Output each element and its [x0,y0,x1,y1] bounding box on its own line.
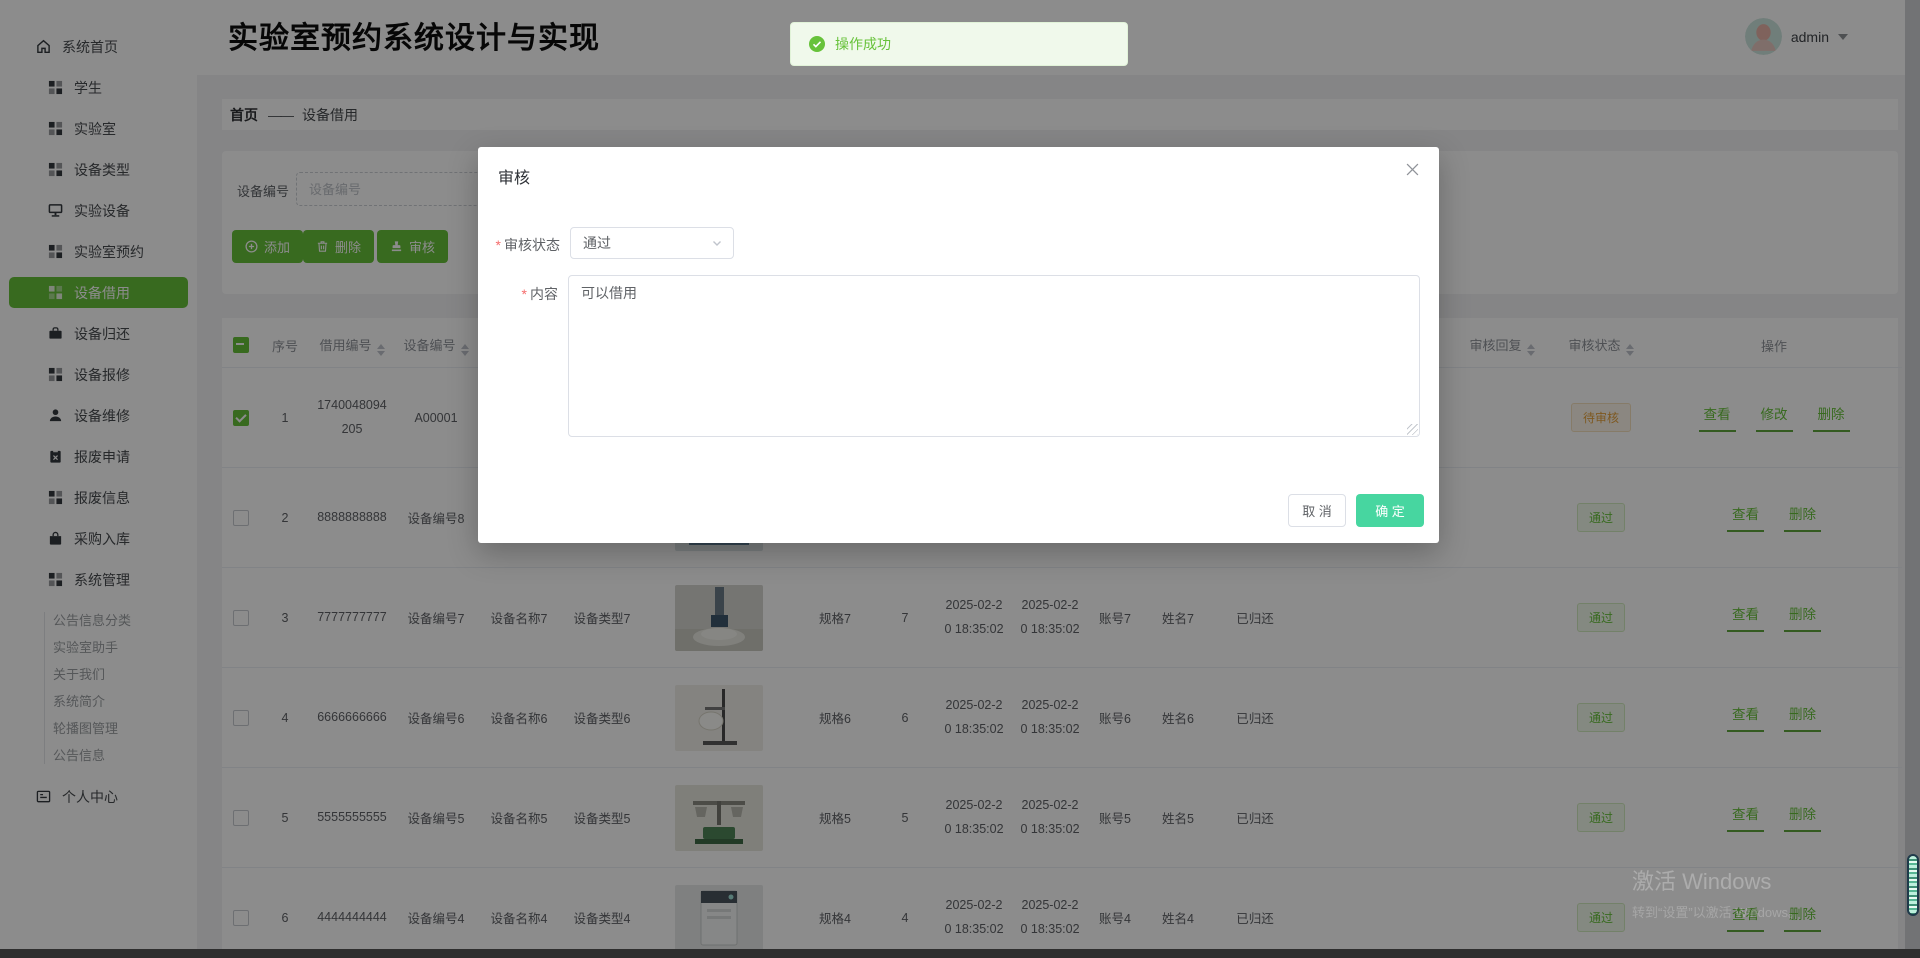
resize-grip-icon[interactable] [1407,424,1418,435]
status-label-text: 审核状态 [504,237,560,253]
chevron-down-icon [711,237,723,249]
cancel-button[interactable]: 取 消 [1288,494,1346,527]
success-toast: 操作成功 [790,22,1128,66]
dialog-title: 审核 [498,170,531,187]
status-select[interactable]: 通过 [570,227,734,259]
app-root: 系统首页 学生 实验室 设备类型 实验设备 实验室预约 设备借用 设备归还 设备报修 设备维修 报废… [0,0,1920,958]
content-field-label: * 内容 [478,284,558,304]
required-mark: * [495,237,501,253]
review-dialog: 审核 * 审核状态 通过 * 内容 可以借用 取 消 确 定 [478,147,1439,543]
status-field-label: * 审核状态 [478,235,560,255]
bottom-edge [0,949,1920,958]
content-textarea[interactable]: 可以借用 [568,275,1420,437]
success-check-icon [809,36,825,52]
toast-message: 操作成功 [835,36,891,52]
content-textarea-wrap: 可以借用 [568,275,1420,437]
confirm-button[interactable]: 确 定 [1356,494,1424,527]
content-label-text: 内容 [530,286,558,302]
status-select-value: 通过 [583,235,611,251]
close-icon[interactable] [1406,163,1419,176]
scrollbar-thumb[interactable] [1907,854,1919,916]
required-mark: * [521,286,527,302]
